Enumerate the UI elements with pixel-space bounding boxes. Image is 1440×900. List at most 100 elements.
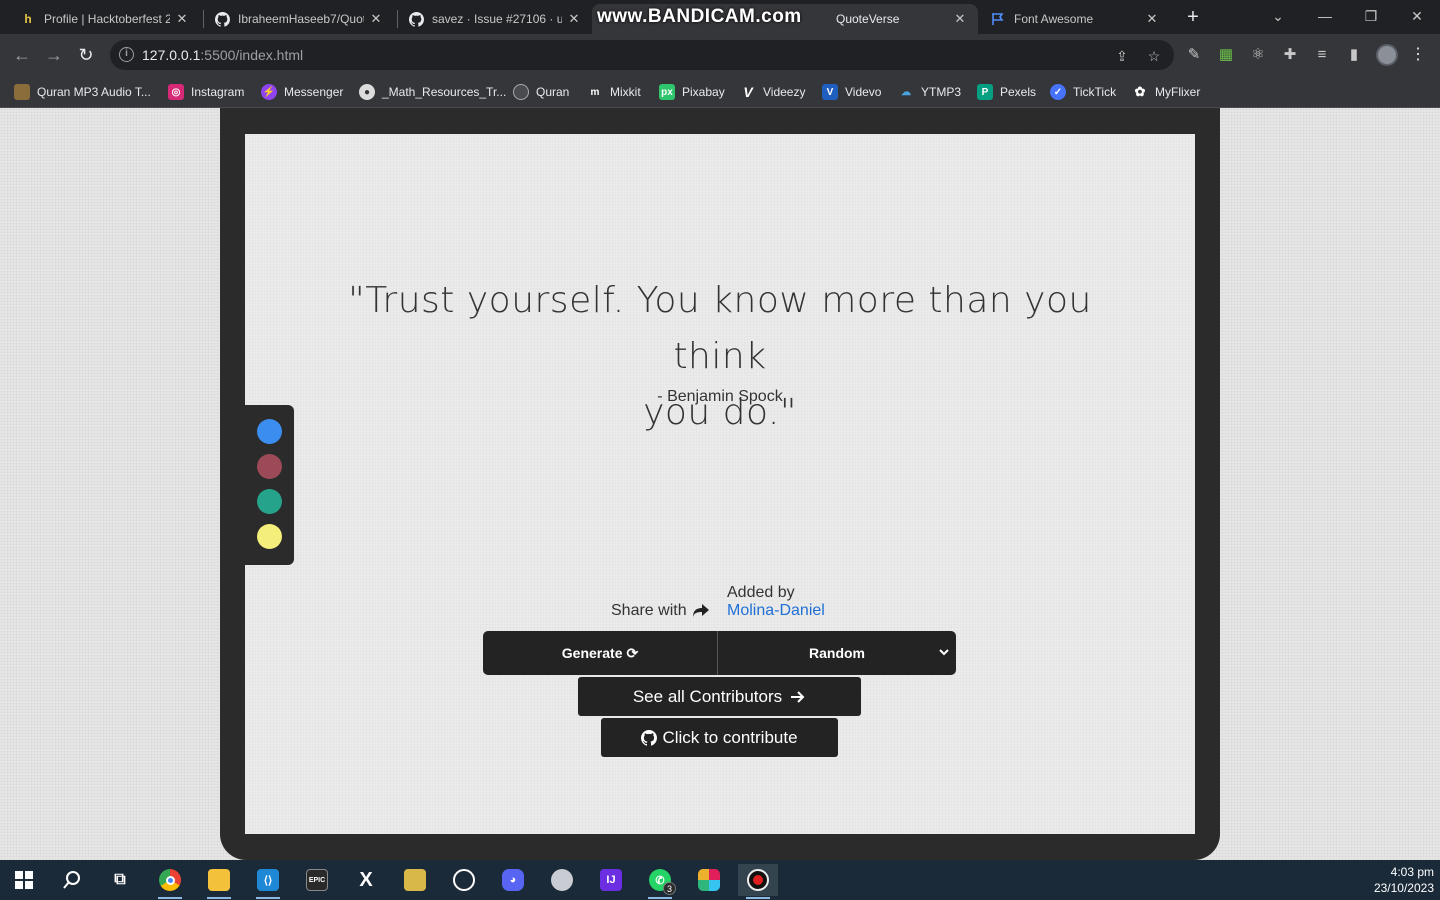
color-swatch-teal[interactable] [257, 489, 282, 514]
media-control-icon[interactable]: ≡ [1312, 45, 1332, 65]
share-icon[interactable]: ⇪ [1113, 47, 1131, 65]
folder-icon [208, 869, 230, 891]
extensions-puzzle-icon[interactable]: ✚ [1280, 45, 1300, 65]
added-by-author-link[interactable]: Molina-Daniel [727, 602, 825, 620]
task-view-button[interactable]: ⧉ [100, 864, 140, 896]
tab-font-awesome[interactable]: Font Awesome ✕ [980, 4, 1170, 34]
restore-button[interactable]: ❐ [1356, 4, 1386, 28]
browser-toolbar: ← → ↻ i 127.0.0.1:5500/index.html ⇪ ☆ ✎ … [0, 34, 1440, 76]
tab-github-issue[interactable]: savez · Issue #27106 · u ✕ [398, 4, 592, 34]
generate-label: Generate [561, 645, 623, 661]
start-button[interactable] [4, 864, 44, 896]
videezy-icon: V [740, 84, 756, 100]
back-button[interactable]: ← [10, 43, 34, 67]
browser-menu-icon[interactable]: ⋮ [1410, 45, 1426, 65]
taskbar-slack[interactable] [689, 864, 729, 896]
quran-icon [513, 84, 529, 100]
close-tab-icon[interactable]: ✕ [566, 11, 582, 27]
bookmark-instagram[interactable]: ◎ Instagram [168, 82, 244, 102]
bookmark-mixkit[interactable]: m Mixkit [587, 82, 641, 102]
close-tab-icon[interactable]: ✕ [368, 11, 384, 27]
taskbar-app-cloud[interactable] [542, 864, 582, 896]
close-window-button[interactable]: ✕ [1402, 4, 1432, 28]
epic-games-icon: EPIC [306, 869, 328, 891]
device-frame-top [220, 108, 1220, 134]
side-panel-icon[interactable]: ▮ [1344, 45, 1364, 65]
tab-hacktoberfest[interactable]: h Profile | Hacktoberfest 2 ✕ [10, 4, 200, 34]
bookmark-quran-mp3[interactable]: Quran MP3 Audio T... [14, 82, 151, 102]
close-tab-icon[interactable]: ✕ [174, 11, 190, 27]
search-button[interactable] [52, 864, 92, 896]
bookmark-messenger[interactable]: ⚡ Messenger [261, 82, 343, 102]
bookmark-pexels[interactable]: P Pexels [977, 82, 1036, 102]
new-tab-button[interactable]: + [1182, 6, 1204, 28]
globe-icon: ● [359, 84, 375, 100]
bookmark-videezy[interactable]: V Videezy [740, 82, 805, 102]
vscode-icon: ⟨⟩ [257, 869, 279, 891]
system-clock[interactable]: 4:03 pm 23/10/2023 [1354, 864, 1434, 896]
category-select-value: Random [809, 645, 865, 661]
taskbar-whatsapp[interactable]: ✆ 3 [640, 864, 680, 899]
share-link[interactable]: Share with [611, 602, 709, 620]
close-tab-icon[interactable]: ✕ [952, 11, 968, 27]
notification-badge: 3 [663, 882, 676, 895]
taskbar-app-green[interactable] [395, 864, 435, 896]
bookmark-ticktick[interactable]: ✓ TickTick [1050, 82, 1116, 102]
cloud-app-icon [551, 869, 573, 891]
address-bar[interactable]: i 127.0.0.1:5500/index.html ⇪ ☆ [110, 40, 1174, 70]
contribute-button[interactable]: Click to contribute [601, 718, 838, 757]
url-text[interactable]: 127.0.0.1:5500/index.html [142, 47, 303, 63]
search-icon [63, 871, 80, 889]
react-devtools-icon[interactable]: ⚛ [1248, 45, 1268, 65]
github-icon [641, 729, 658, 746]
taskbar-x[interactable]: X [346, 864, 386, 896]
bookmark-quran[interactable]: Quran [513, 82, 569, 102]
sheets-extension-icon[interactable]: ▦ [1216, 45, 1236, 65]
bookmark-pixabay[interactable]: px Pixabay [659, 82, 725, 102]
color-swatch-maroon[interactable] [257, 454, 282, 479]
contribute-label: Click to contribute [662, 727, 798, 747]
quran-mp3-icon [14, 84, 30, 100]
bookmark-math-resources[interactable]: ● _Math_Resources_Tr... [359, 82, 506, 102]
forward-button[interactable]: → [42, 43, 66, 67]
arrow-right-icon [791, 690, 805, 703]
taskbar-vscode[interactable]: ⟨⟩ [248, 864, 288, 899]
reload-button[interactable]: ↻ [74, 43, 98, 67]
generate-button[interactable]: Generate ⟳ [483, 631, 718, 675]
share-arrow-icon [692, 604, 709, 617]
taskbar-discord[interactable]: ◕ [493, 864, 533, 896]
bookmark-videvo[interactable]: V Videvo [822, 82, 881, 102]
taskbar-intellij[interactable]: IJ [591, 864, 631, 896]
quote-author: - Benjamin Spock [657, 388, 783, 405]
bookmark-star-icon[interactable]: ☆ [1145, 47, 1163, 65]
see-contributors-button[interactable]: See all Contributors [578, 677, 861, 716]
taskbar-file-explorer[interactable] [199, 864, 239, 899]
taskbar-epic-games[interactable]: EPIC [297, 864, 337, 896]
tab-github-repo[interactable]: IbraheemHaseeb7/Quot ✕ [204, 4, 394, 34]
taskbar-bandicam[interactable] [738, 864, 778, 899]
taskbar-ubisoft[interactable] [444, 864, 484, 896]
added-by-label: Added by [727, 584, 795, 601]
x-icon: X [359, 868, 373, 891]
see-contributors-label: See all Contributors [632, 686, 783, 706]
clock-time: 4:03 pm [1390, 865, 1434, 879]
quote-text: "Trust yourself. You know more than you … [300, 273, 1140, 441]
bookmark-ytmp3[interactable]: ☁ YTMP3 [898, 82, 961, 102]
profile-avatar[interactable] [1376, 44, 1398, 66]
discord-icon: ◕ [502, 869, 524, 891]
tab-search-icon[interactable]: ⌄ [1263, 4, 1293, 28]
mixkit-icon: m [587, 84, 603, 100]
videvo-icon: V [822, 84, 838, 100]
taskbar-chrome[interactable] [150, 864, 190, 899]
site-info-icon[interactable]: i [119, 47, 134, 62]
close-tab-icon[interactable]: ✕ [1144, 11, 1160, 27]
color-swatch-yellow[interactable] [257, 524, 282, 549]
bookmark-myflixer[interactable]: ✿ MyFlixer [1132, 82, 1200, 102]
bandicam-watermark: www.BANDICAM.com [597, 6, 802, 27]
color-swatch-blue[interactable] [257, 419, 282, 444]
ubisoft-icon [453, 869, 475, 891]
category-select[interactable]: Random [718, 631, 956, 675]
eyedropper-extension-icon[interactable]: ✎ [1184, 45, 1204, 65]
ticktick-icon: ✓ [1050, 84, 1066, 100]
minimize-button[interactable]: — [1310, 4, 1340, 28]
